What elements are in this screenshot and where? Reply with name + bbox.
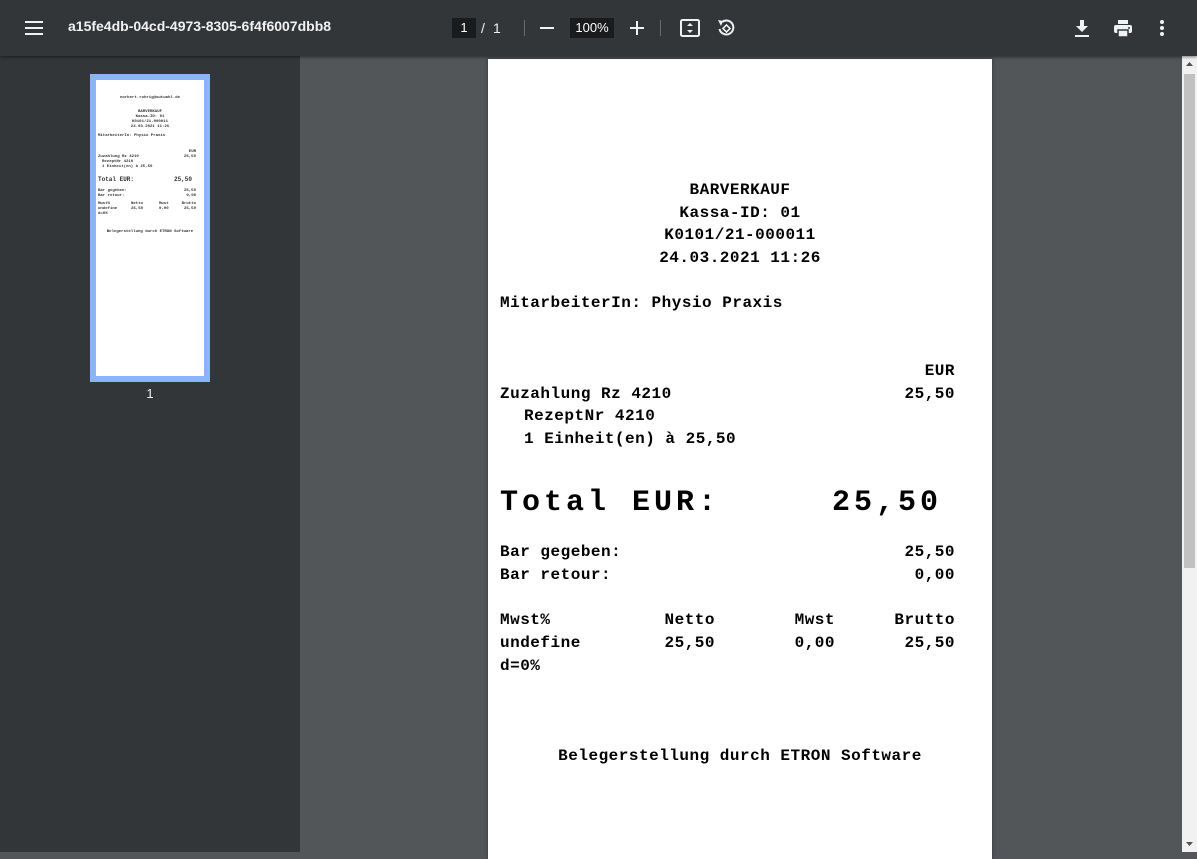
scroll-down-arrow-icon <box>1186 842 1193 846</box>
thumbnail-text: 0,00 <box>186 194 196 198</box>
tax-netto: 25,50 <box>664 634 715 652</box>
tax-brutto: 25,50 <box>904 634 955 652</box>
download-icon <box>1075 19 1089 37</box>
rotate-button[interactable] <box>714 16 738 40</box>
thumbnail-text: 24.03.2021 11:26 <box>130 125 170 129</box>
thumbnail-text: norbert.rohrig@outwahl.de <box>119 96 180 100</box>
fit-page-button[interactable] <box>678 16 702 40</box>
fit-to-page-icon <box>680 19 700 37</box>
printer-icon <box>1114 19 1132 37</box>
thumbnail-text: Total EUR: <box>98 176 135 183</box>
more-vert-icon <box>1160 20 1164 36</box>
scroll-up-arrow-icon <box>1186 62 1193 66</box>
more-actions-button[interactable] <box>1150 16 1174 40</box>
minus-icon <box>540 27 554 29</box>
zoom-out-button[interactable] <box>535 16 559 40</box>
zoom-input[interactable]: 100% <box>570 18 614 38</box>
rotate-counterclockwise-icon <box>718 19 735 36</box>
thumbnail-text: 1 Einheit(en) à 25,50 <box>102 165 153 169</box>
thumbnail-text: MitarbeiterIn: Physio Praxis <box>98 134 166 138</box>
total-label: Total EUR: <box>500 486 721 520</box>
item-detail: RezeptNr 4210 <box>524 407 656 425</box>
thumbnail-text: 0,00 <box>159 207 169 211</box>
thumbnail-text: 25,50 <box>183 155 196 159</box>
paid-amount: 25,50 <box>904 543 955 561</box>
currency-header: EUR <box>924 362 955 380</box>
tax-rate-continued: d=0% <box>500 657 541 675</box>
thumbnail-text: d=0% <box>98 212 108 216</box>
pdf-toolbar: a15fe4db-04cd-4973-8305-6f4f6007dbb8 1 /… <box>0 0 1197 56</box>
paid-label: Bar gegeben: <box>500 543 622 561</box>
receipt-footer: Belegerstellung durch ETRON Software <box>558 747 922 765</box>
change-label: Bar retour: <box>500 566 612 584</box>
thumbnail-text: 25,50 <box>183 207 196 211</box>
receipt-datetime: 24.03.2021 11:26 <box>659 249 821 267</box>
print-button[interactable] <box>1111 16 1135 40</box>
employee-line: MitarbeiterIn: Physio Praxis <box>500 294 783 312</box>
thumbnail-text: 25,50 <box>173 176 192 183</box>
receipt-number: K0101/21-000011 <box>664 226 816 244</box>
toolbar-divider <box>524 20 525 36</box>
scroll-down-button[interactable] <box>1182 836 1197 852</box>
item-detail: 1 Einheit(en) à 25,50 <box>524 430 737 448</box>
tax-mwst: 0,00 <box>794 634 835 652</box>
pdf-page: BARVERKAUF Kassa-ID: 01 K0101/21-000011 … <box>488 59 992 859</box>
thumbnail-page: norbert.rohrig@outwahl.de BARVERKAUF Kas… <box>96 80 204 376</box>
thumbnail-text: 25,50 <box>131 207 144 211</box>
vertical-scrollbar[interactable] <box>1182 56 1197 852</box>
total-amount: 25,50 <box>831 486 942 520</box>
tax-header-rate: Mwst% <box>500 611 551 629</box>
change-amount: 0,00 <box>914 566 955 584</box>
item-name: Zuzahlung Rz 4210 <box>500 385 672 403</box>
page-thumbnail[interactable]: norbert.rohrig@outwahl.de BARVERKAUF Kas… <box>90 74 210 382</box>
thumbnail-page-number: 1 <box>146 386 154 401</box>
page-number-input[interactable]: 1 <box>452 18 476 38</box>
page-separator: / <box>481 20 485 36</box>
thumbnail-text: Bar retour: <box>98 194 125 198</box>
document-title: a15fe4db-04cd-4973-8305-6f4f6007dbb8 <box>68 18 332 34</box>
menu-button[interactable] <box>14 8 54 48</box>
zoom-in-button[interactable] <box>625 16 649 40</box>
tax-rate: undefine <box>500 634 581 652</box>
kassa-id: Kassa-ID: 01 <box>679 204 801 222</box>
tax-header-brutto: Brutto <box>894 611 955 629</box>
item-amount: 25,50 <box>904 385 955 403</box>
page-total: 1 <box>493 20 501 36</box>
scrollbar-thumb[interactable] <box>1184 74 1195 568</box>
hamburger-menu-icon <box>25 21 43 35</box>
thumbnail-text: Belegerstellung durch ETRON Software <box>106 230 194 234</box>
toolbar-divider <box>660 20 661 36</box>
tax-header-netto: Netto <box>664 611 715 629</box>
scroll-up-button[interactable] <box>1182 56 1197 72</box>
receipt-heading: BARVERKAUF <box>689 181 791 199</box>
tax-header-mwst: Mwst <box>794 611 835 629</box>
plus-icon <box>630 21 644 35</box>
download-button[interactable] <box>1070 16 1094 40</box>
